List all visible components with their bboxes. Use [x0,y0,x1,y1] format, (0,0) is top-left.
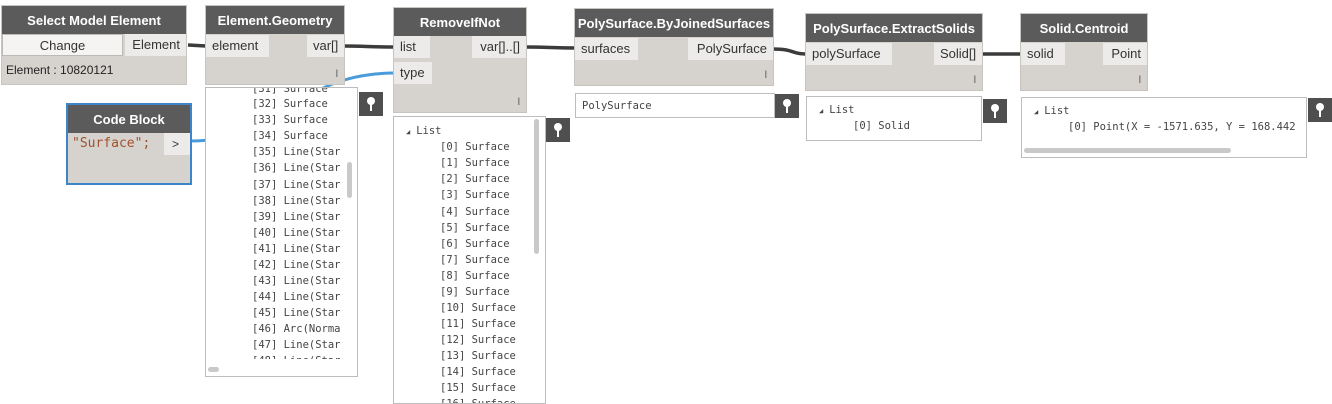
preview-footer [206,359,357,376]
node-solid-centroid[interactable]: Solid.Centroid solid Point l [1021,14,1147,90]
input-port-surfaces[interactable]: surfaces [575,38,638,60]
list-label: List [416,125,442,137]
list-item: [2] Surface [440,173,510,185]
list-item: [6] Surface [440,238,510,250]
list-item: [12] Surface [440,334,516,346]
list-item: [32] Surface [252,98,328,110]
change-button[interactable]: Change [2,34,123,56]
list-item: [0] Solid [853,120,910,132]
wire-polysurface-to-extract[interactable] [772,47,809,56]
list-item: [7] Surface [440,254,510,266]
triangle-icon[interactable]: ◢ [1034,108,1038,116]
list-item: [34] Surface [252,130,328,142]
input-port-polysurface[interactable]: polySurface [806,43,892,65]
pin-icon[interactable] [983,99,1007,123]
list-item: [39] Line(Star [252,211,341,223]
list-item: [4] Surface [440,206,510,218]
list-item: [43] Line(Star [252,275,341,287]
preview-remove-if-not[interactable]: ◢ List [0] Surface [1] Surface [2] Surfac… [393,116,546,404]
node-title[interactable]: RemoveIfNot [394,8,526,36]
triangle-icon[interactable]: ◢ [819,107,823,115]
node-title[interactable]: PolySurface.ExtractSolids [806,14,982,42]
list-item: [10] Surface [440,302,516,314]
node-select-model-element[interactable]: Select Model Element Change Element Elem… [2,6,186,84]
lacing-indicator[interactable]: l [974,75,976,86]
list-item: [5] Surface [440,222,510,234]
node-title[interactable]: Code Block [68,105,190,133]
output-port-var[interactable]: var[]..[] [472,36,526,58]
list-item: [40] Line(Star [252,227,341,239]
list-item: [8] Surface [440,270,510,282]
node-polysurface-by-joined-surfaces[interactable]: PolySurface.ByJoinedSurfaces surfaces Po… [575,9,773,85]
list-item: [1] Surface [440,157,510,169]
node-element-geometry[interactable]: Element.Geometry element var[] l [206,6,344,84]
lacing-indicator[interactable]: l [518,97,520,108]
list-header[interactable]: ◢ List [406,123,442,139]
list-item: [44] Line(Star [252,291,341,303]
node-code-block[interactable]: Code Block "Surface"; > [68,105,190,183]
pin-icon[interactable] [359,92,383,116]
list-header[interactable]: ◢ List [819,102,855,118]
pin-icon[interactable] [775,94,799,118]
output-port-var[interactable]: var[] [307,35,344,57]
input-port-list[interactable]: list [394,36,430,58]
list-item: [45] Line(Star [252,307,341,319]
node-title[interactable]: Solid.Centroid [1021,14,1147,42]
node-title[interactable]: Select Model Element [2,6,186,34]
input-port-element[interactable]: element [206,35,269,57]
node-title[interactable]: PolySurface.ByJoinedSurfaces [575,9,773,37]
pin-icon[interactable] [546,118,570,142]
input-port-type[interactable]: type [394,62,432,84]
list-item: [14] Surface [440,366,516,378]
output-port-solid[interactable]: Solid[] [934,43,982,65]
lacing-indicator[interactable]: l [336,69,338,80]
element-id-info: Element : 10820121 [6,63,114,77]
list-item: [3] Surface [440,189,510,201]
output-port-point[interactable]: Point [1103,43,1147,65]
list-label: List [829,104,855,116]
preview-polysurface-by-joined-surfaces[interactable]: PolySurface [575,93,775,118]
wire-removeifnot-to-polysurface[interactable] [525,45,577,50]
lacing-indicator[interactable]: l [765,70,767,81]
output-port-element[interactable]: Element [125,34,186,56]
node-remove-if-not[interactable]: RemoveIfNot list type var[]..[] l [394,8,526,112]
list-item: [0] Point(X = -1571.635, Y = 168.442 [1068,121,1296,133]
list-item: [15] Surface [440,382,516,394]
code-editor[interactable]: "Surface"; [72,134,150,154]
list-item: [9] Surface [440,286,510,298]
input-port-solid[interactable]: solid [1021,43,1065,65]
preview-solid-centroid[interactable]: ◢ List [0] Point(X = -1571.635, Y = 168.4… [1021,97,1307,158]
list-item: [38] Line(Star [252,195,341,207]
vertical-scrollbar[interactable] [347,162,352,198]
list-item: [13] Surface [440,350,516,362]
list-item: [0] Surface [440,141,510,153]
list-item: [42] Line(Star [252,259,341,271]
triangle-icon[interactable]: ◢ [406,128,410,136]
horizontal-scrollbar[interactable] [208,367,219,372]
preview-element-geometry[interactable]: [31] Surface [32] Surface [33] Surface [… [205,87,358,377]
wire-geometry-to-removeifnot[interactable] [342,44,395,49]
horizontal-scrollbar[interactable] [1024,148,1231,153]
list-label: List [1044,105,1070,117]
lacing-indicator[interactable]: l [1139,75,1141,86]
list-item: [33] Surface [252,114,328,126]
preview-polysurface-extract-solids[interactable]: ◢ List [0] Solid [806,96,982,141]
list-item: [16] Surface [440,398,516,404]
node-title[interactable]: Element.Geometry [206,6,344,34]
list-item: [46] Arc(Norma [252,323,341,335]
list-item: [37] Line(Star [252,179,341,191]
vertical-scrollbar[interactable] [534,119,539,254]
preview-value: PolySurface [582,100,652,112]
list-header[interactable]: ◢ List [1034,103,1070,119]
wire-element-to-geometry[interactable] [187,43,207,48]
output-port-polysurface[interactable]: PolySurface [688,38,773,60]
output-port-code[interactable]: > [164,133,190,155]
list-item: [41] Line(Star [252,243,341,255]
pin-icon[interactable] [1308,98,1332,122]
list-item: [36] Line(Star [252,162,341,174]
node-polysurface-extract-solids[interactable]: PolySurface.ExtractSolids polySurface So… [806,14,982,90]
list-item: [35] Line(Star [252,146,341,158]
list-item: [47] Line(Star [252,339,341,351]
list-item: [11] Surface [440,318,516,330]
